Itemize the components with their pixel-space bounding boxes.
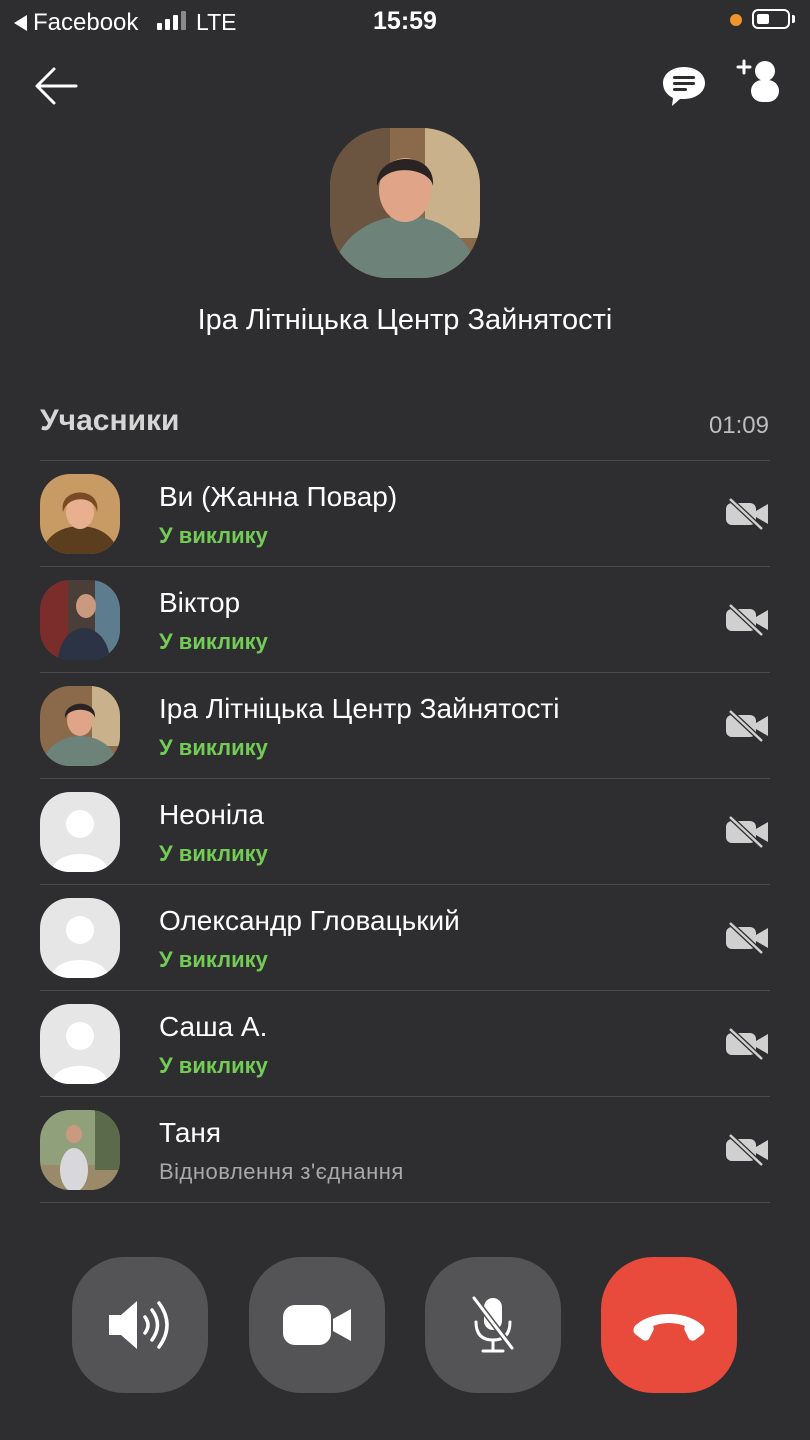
participant-name: Таня xyxy=(159,1117,222,1148)
avatar-placeholder-icon xyxy=(40,898,120,978)
battery-tip xyxy=(792,15,795,23)
participant-name: Неоніла xyxy=(159,799,264,830)
chat-bubble-icon xyxy=(663,67,705,106)
video-off-icon[interactable] xyxy=(724,603,770,637)
participant-name: Ви (Жанна Повар) xyxy=(159,481,398,512)
video-off-icon[interactable] xyxy=(724,497,770,531)
video-off-icon[interactable] xyxy=(724,709,770,743)
participant-row[interactable]: Саша А. У виклику xyxy=(40,991,770,1097)
microphone-muted-icon xyxy=(471,1296,515,1353)
participant-name: Саша А. xyxy=(159,1011,268,1042)
battery-icon xyxy=(752,9,790,29)
arrow-left-icon xyxy=(35,67,78,105)
avatar xyxy=(40,580,120,660)
end-call-button[interactable] xyxy=(601,1257,737,1393)
participant-row[interactable]: Ви (Жанна Повар) У виклику xyxy=(40,461,770,567)
participant-name: Віктор xyxy=(159,587,241,618)
call-duration: 01:09 xyxy=(708,412,769,439)
participant-row[interactable]: Віктор У виклику xyxy=(40,567,770,673)
avatar xyxy=(40,1110,120,1190)
participant-row[interactable]: Олександр Гловацький У виклику xyxy=(40,885,770,991)
video-button[interactable] xyxy=(249,1257,385,1393)
caller-name: Іра Літніцька Центр Зайнятості xyxy=(197,304,613,336)
video-off-icon[interactable] xyxy=(724,815,770,849)
participant-status: У виклику xyxy=(159,841,268,866)
participant-status: У виклику xyxy=(159,1053,268,1078)
recording-dot-icon xyxy=(730,14,742,26)
avatar xyxy=(40,686,120,766)
status-bar: Facebook LTE 15:59 xyxy=(0,0,810,42)
clock: 15:59 xyxy=(373,7,437,35)
participant-row[interactable]: Таня Відновлення з'єднання xyxy=(40,1097,770,1203)
participants-heading: Учасники xyxy=(40,404,180,437)
back-button[interactable] xyxy=(30,62,82,110)
participants-list: Ви (Жанна Повар) У виклику Віктор У викл… xyxy=(40,460,770,1203)
participant-status: У виклику xyxy=(159,523,268,548)
caller-avatar xyxy=(330,128,480,278)
speaker-button[interactable] xyxy=(72,1257,208,1393)
avatar-placeholder-icon xyxy=(40,792,120,872)
participant-status: У виклику xyxy=(159,735,268,760)
chat-button[interactable] xyxy=(660,64,708,108)
video-off-icon[interactable] xyxy=(724,1027,770,1061)
participant-status: У виклику xyxy=(159,947,268,972)
video-off-icon[interactable] xyxy=(724,921,770,955)
mute-button[interactable] xyxy=(425,1257,561,1393)
speaker-icon xyxy=(109,1301,169,1349)
avatar-placeholder-icon xyxy=(40,1004,120,1084)
participant-name: Олександр Гловацький xyxy=(159,905,460,936)
add-participant-button[interactable] xyxy=(736,58,784,106)
participant-status: Відновлення з'єднання xyxy=(159,1159,404,1184)
participant-row[interactable]: Неоніла У виклику xyxy=(40,779,770,885)
end-call-icon xyxy=(633,1314,705,1341)
participant-status: У виклику xyxy=(159,629,268,654)
participant-row[interactable]: Іра Літніцька Центр Зайнятості У виклику xyxy=(40,673,770,779)
avatar xyxy=(40,474,120,554)
add-participant-icon xyxy=(736,59,779,102)
video-off-icon[interactable] xyxy=(724,1133,770,1167)
participant-name: Іра Літніцька Центр Зайнятості xyxy=(159,693,560,724)
video-camera-icon xyxy=(283,1305,351,1345)
